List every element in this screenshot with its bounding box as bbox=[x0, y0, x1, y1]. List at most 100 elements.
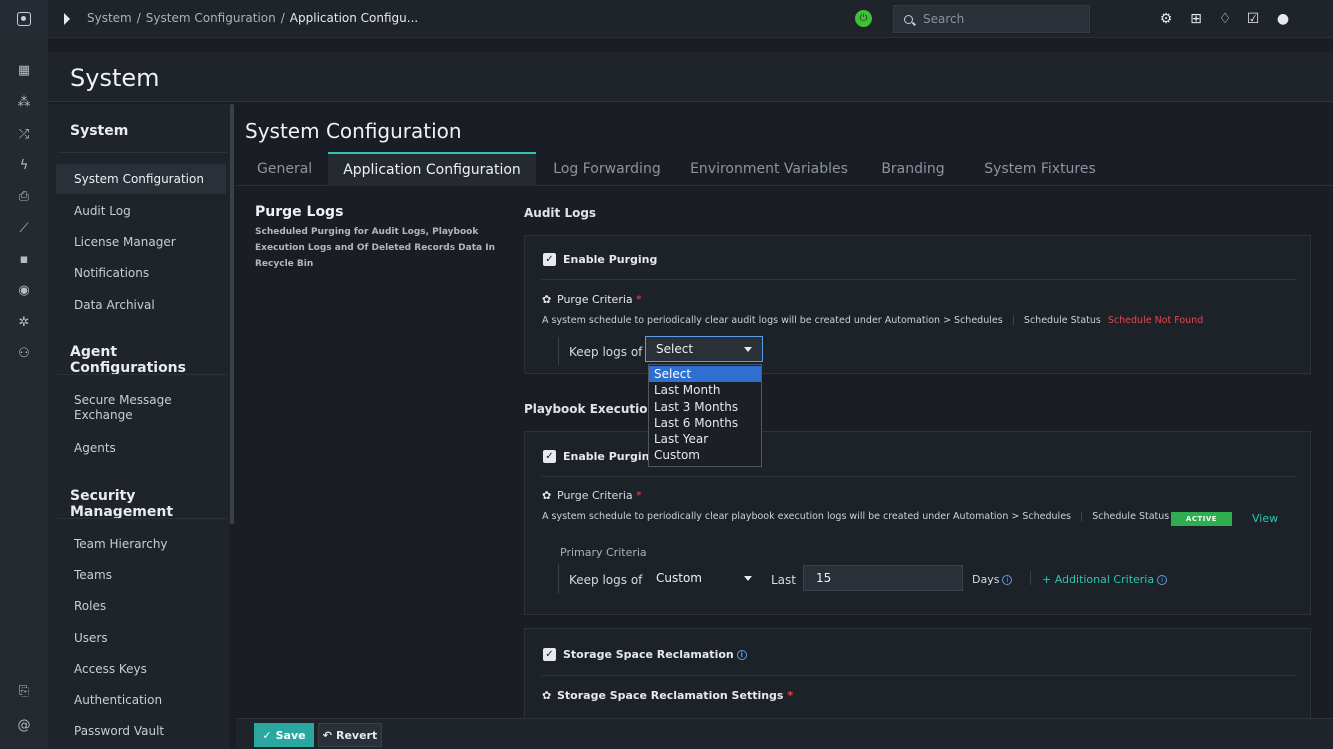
keep-logs-label: Keep logs of bbox=[569, 345, 643, 359]
bolt-icon[interactable]: ϟ bbox=[15, 156, 33, 174]
schedule-status-label: Schedule Status bbox=[1023, 315, 1101, 326]
audit-logs-heading: Audit Logs bbox=[524, 206, 597, 220]
sidebar-item-password-vault[interactable]: Password Vault bbox=[74, 724, 164, 738]
sidebar-item-users[interactable]: Users bbox=[74, 631, 108, 645]
divider bbox=[541, 476, 1296, 477]
hierarchy-icon[interactable]: ⊞ bbox=[1187, 10, 1205, 28]
info-icon[interactable]: i bbox=[1157, 575, 1168, 585]
breadcrumb-current: Application Configu... bbox=[289, 11, 419, 25]
sidebar-item-agents[interactable]: Agents bbox=[74, 441, 116, 455]
sidebar-scrollbar[interactable] bbox=[230, 104, 234, 524]
shuffle-icon[interactable]: ⤮ bbox=[15, 125, 33, 143]
clipboard-icon[interactable]: ⎘ bbox=[15, 682, 33, 700]
tab-environment-variables[interactable]: Environment Variables bbox=[678, 152, 860, 186]
storage-settings-label: Storage Space Reclamation Settings * bbox=[557, 689, 794, 702]
sidebar-item-authentication[interactable]: Authentication bbox=[74, 693, 162, 707]
sidebar-item-access-keys[interactable]: Access Keys bbox=[74, 662, 147, 676]
tasks-icon[interactable]: ☑ bbox=[1244, 10, 1262, 28]
dropdown-option[interactable]: Last 3 Months bbox=[649, 399, 761, 415]
save-button[interactable]: ✓ Save bbox=[254, 723, 314, 747]
search-input[interactable]: Search bbox=[893, 5, 1090, 33]
enable-purging-label: Enable Purging bbox=[563, 450, 658, 463]
tab-branding[interactable]: Branding bbox=[860, 152, 966, 186]
storage-reclamation-checkbox[interactable]: ✓ bbox=[543, 648, 556, 661]
keep-logs-select[interactable]: Custom bbox=[645, 565, 763, 591]
sidebar-item-audit-log[interactable]: Audit Log bbox=[74, 204, 131, 218]
page-header: System bbox=[48, 52, 1333, 102]
purge-criteria-text: Purge Criteria bbox=[557, 489, 633, 502]
tab-log-forwarding[interactable]: Log Forwarding bbox=[536, 152, 678, 186]
dropdown-option[interactable]: Last Month bbox=[649, 382, 761, 398]
days-label-text: Days bbox=[972, 573, 1000, 586]
search-placeholder: Search bbox=[923, 12, 965, 26]
storage-reclamation-label: Storage Space Reclamation i bbox=[563, 648, 747, 661]
info-icon[interactable]: i bbox=[736, 650, 747, 660]
user-icon[interactable]: ● bbox=[1274, 10, 1292, 28]
enable-purging-checkbox[interactable]: ✓ bbox=[543, 450, 556, 463]
dropdown-option[interactable]: Last 6 Months bbox=[649, 415, 761, 431]
chevron-down-icon bbox=[744, 576, 752, 581]
page-title: System bbox=[70, 64, 160, 92]
footer-bar: ✓ Save ↶ Revert bbox=[236, 718, 1333, 749]
sidebar-item-teams[interactable]: Teams bbox=[74, 568, 112, 582]
at-icon[interactable]: @ bbox=[15, 716, 33, 734]
briefcase-icon[interactable]: ⎙ bbox=[15, 187, 33, 205]
view-link[interactable]: View bbox=[1252, 512, 1278, 525]
dashboard-icon[interactable]: ▦ bbox=[15, 61, 33, 79]
radar-icon[interactable]: ◉ bbox=[15, 281, 33, 299]
sidebar-item-roles[interactable]: Roles bbox=[74, 599, 106, 613]
main-content: System Configuration General Application… bbox=[236, 104, 1333, 749]
criteria-desc-text: A system schedule to periodically clear … bbox=[542, 511, 1071, 522]
connection-status-icon[interactable]: ⏻ bbox=[855, 10, 872, 27]
gear-icon[interactable]: ⚙ bbox=[1157, 10, 1175, 28]
bell-icon[interactable]: ♢ bbox=[1216, 10, 1234, 28]
sidebar-item-secure-message-exchange[interactable]: Secure Message Exchange bbox=[74, 393, 194, 423]
keep-logs-dropdown-menu: Select Last Month Last 3 Months Last 6 M… bbox=[648, 364, 762, 467]
sidebar-item-data-archival[interactable]: Data Archival bbox=[74, 298, 155, 312]
chevron-down-icon bbox=[744, 347, 752, 352]
dropdown-option[interactable]: Last Year bbox=[649, 431, 761, 447]
additional-criteria-link[interactable]: + Additional Criteria i bbox=[1042, 573, 1168, 586]
purge-criteria-text: Purge Criteria bbox=[557, 293, 633, 306]
users-icon[interactable]: ⚇ bbox=[15, 344, 33, 362]
expand-arrow-icon[interactable] bbox=[64, 13, 70, 25]
storage-reclamation-text: Storage Space Reclamation bbox=[563, 648, 734, 661]
check-icon: ✓ bbox=[262, 728, 272, 742]
left-rail: ▦ ⁂ ⤮ ϟ ⎙ ⟋ ▪ ◉ ✲ ⚇ ⎘ @ bbox=[0, 38, 48, 749]
keep-logs-label: Keep logs of bbox=[569, 573, 643, 587]
additional-criteria-text: + Additional Criteria bbox=[1042, 573, 1155, 586]
breadcrumb-item[interactable]: System bbox=[87, 11, 132, 25]
revert-button[interactable]: ↶ Revert bbox=[318, 723, 382, 747]
top-bar: System / System Configuration / Application … bbox=[0, 0, 1333, 38]
info-icon[interactable]: i bbox=[1002, 575, 1013, 585]
app-logo-icon[interactable] bbox=[0, 0, 48, 38]
revert-label: Revert bbox=[335, 728, 378, 742]
purge-logs-title: Purge Logs bbox=[255, 204, 344, 220]
sidebar-group-system: System bbox=[70, 123, 129, 139]
tab-system-fixtures[interactable]: System Fixtures bbox=[966, 152, 1114, 186]
enable-purging-checkbox[interactable]: ✓ bbox=[543, 253, 556, 266]
tab-application-configuration[interactable]: Application Configuration bbox=[328, 152, 536, 186]
breadcrumb-item[interactable]: System Configuration bbox=[146, 11, 276, 25]
divider bbox=[58, 374, 228, 375]
sidebar-item-system-configuration[interactable]: System Configuration bbox=[56, 164, 226, 194]
sidebar-item-license-manager[interactable]: License Manager bbox=[74, 235, 176, 249]
keep-logs-select-value: Select bbox=[656, 342, 694, 356]
days-label: Days i bbox=[972, 573, 1013, 586]
purge-criteria-label: Purge Criteria * bbox=[557, 489, 642, 502]
dropdown-option[interactable]: Custom bbox=[649, 447, 761, 463]
sidebar-item-team-hierarchy[interactable]: Team Hierarchy bbox=[74, 537, 168, 551]
days-input[interactable]: 15 bbox=[803, 565, 963, 591]
search-icon bbox=[904, 14, 913, 24]
sidebar: System System Configuration Audit Log Li… bbox=[48, 104, 230, 749]
sidebar-item-notifications[interactable]: Notifications bbox=[74, 266, 149, 280]
chart-icon[interactable]: ⟋ bbox=[15, 219, 33, 237]
divider bbox=[558, 564, 559, 594]
keep-logs-select[interactable]: Select bbox=[645, 336, 763, 362]
dropdown-option[interactable]: Select bbox=[649, 366, 761, 383]
settings-wheel-icon[interactable]: ✲ bbox=[15, 313, 33, 331]
incidents-icon[interactable]: ⁂ bbox=[15, 93, 33, 111]
schedule-status-value: Schedule Not Found bbox=[1107, 315, 1204, 326]
widgets-icon[interactable]: ▪ bbox=[15, 250, 33, 268]
tab-general[interactable]: General bbox=[236, 152, 328, 186]
